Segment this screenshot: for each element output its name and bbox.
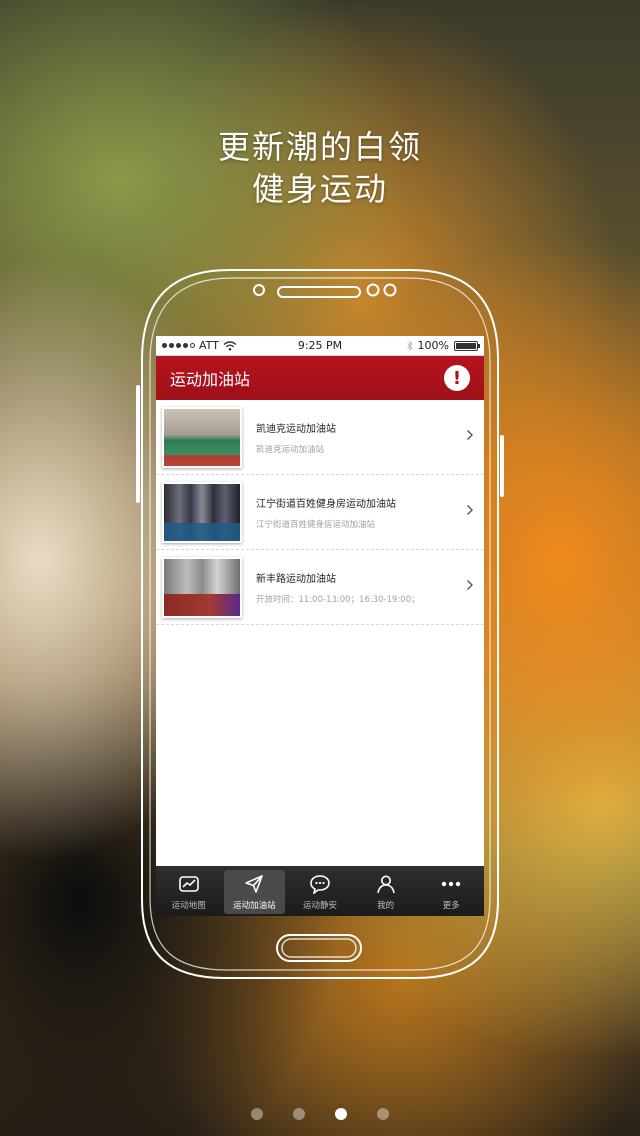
list-item[interactable]: 江宁街道百姓健身房运动加油站 江宁街道百姓健身房运动加油站 [156,475,484,550]
tab-more[interactable]: 更多 [420,870,482,914]
page-dot-active[interactable] [335,1108,347,1120]
tab-label: 运动地图 [171,900,206,911]
headline: 更新潮的白领 健身运动 [0,126,640,210]
station-photo [162,481,242,543]
alert-icon[interactable]: ! [444,365,470,391]
person-icon [376,875,395,893]
item-title: 凯迪克运动加油站 [256,423,336,435]
page-dot[interactable] [251,1108,263,1120]
list-item[interactable]: 凯迪克运动加油站 凯迪克运动加油站 [156,400,484,475]
item-title: 新丰路运动加油站 [256,573,336,585]
tab-label: 更多 [442,900,460,911]
send-arrow-icon [245,874,264,893]
list-item[interactable]: 新丰路运动加油站 开放时间：11:00-13:00；16:30-19:00； [156,550,484,625]
more-dots-icon [441,881,461,886]
item-subtitle: 凯迪克运动加油站 [256,444,325,455]
battery-icon [454,340,480,351]
station-photo [162,406,242,468]
headline-line2: 健身运动 [251,170,388,208]
tab-sports-map[interactable]: 运动地图 [158,870,220,914]
chevron-right-icon [462,579,478,595]
tab-bar: 运动地图 运动加油站 运动静安 我的 更多 [156,866,484,916]
page-dot[interactable] [293,1108,305,1120]
tab-mine[interactable]: 我的 [355,870,417,914]
status-bar: ATT 9:25 PM 100% [156,336,484,356]
item-subtitle: 开放时间：11:00-13:00；16:30-19:00； [256,594,420,605]
page-dot[interactable] [377,1108,389,1120]
app-screen: ATT 9:25 PM 100% 运动加油站 ! 凯迪克运动加油站 凯迪克运动加… [156,336,484,916]
chat-bubble-icon [310,874,330,894]
chevron-right-icon [462,504,478,520]
map-chart-icon [178,875,199,892]
status-time: 9:25 PM [297,339,343,352]
chevron-right-icon [462,429,478,445]
page-indicator [0,1108,640,1120]
station-photo [162,556,242,618]
item-subtitle: 江宁街道百姓健身房运动加油站 [256,519,376,530]
nav-bar: 运动加油站 ! [156,356,484,400]
page-title: 运动加油站 [170,370,251,389]
headline-line1: 更新潮的白领 [217,128,422,166]
tab-jingan[interactable]: 运动静安 [289,870,351,914]
station-list: 凯迪克运动加油站 凯迪克运动加油站 江宁街道百姓健身房运动加油站 江宁街道百姓健… [156,400,484,625]
tab-label: 运动加油站 [233,900,276,911]
item-title: 江宁街道百姓健身房运动加油站 [256,498,396,510]
tab-stations[interactable]: 运动加油站 [223,870,286,914]
tab-label: 我的 [377,900,395,911]
tab-label: 运动静安 [302,900,337,911]
